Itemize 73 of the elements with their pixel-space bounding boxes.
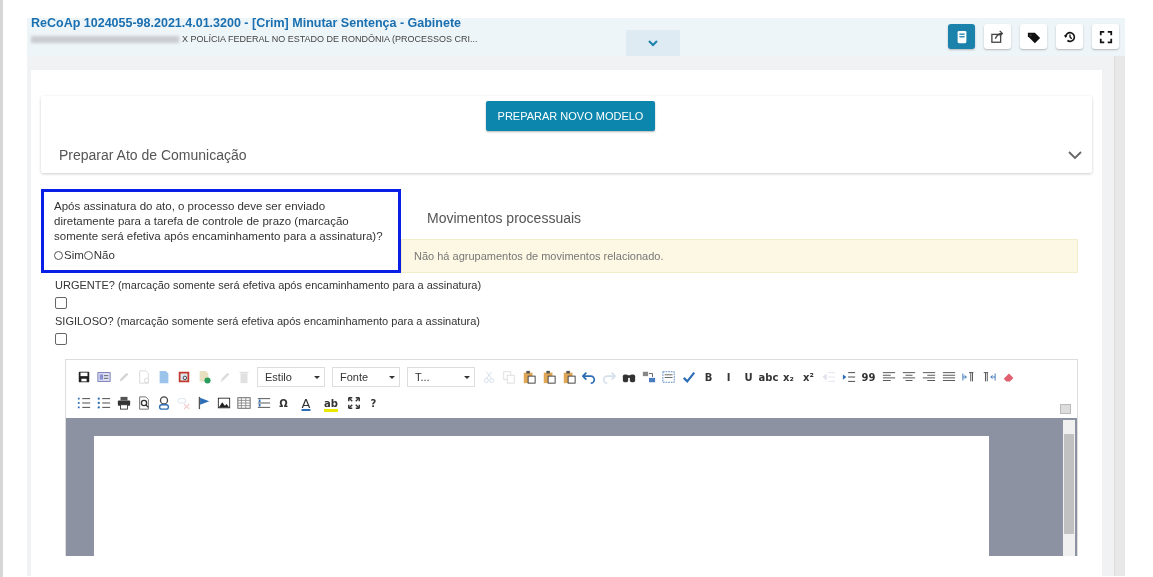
section-title: Movimentos processuais xyxy=(427,210,582,226)
unlink-icon xyxy=(176,396,191,410)
page-scrollbar[interactable] xyxy=(1114,56,1125,576)
caret-icon xyxy=(464,375,470,379)
dropdown-select[interactable]: T... xyxy=(407,367,475,387)
numbered-list-icon xyxy=(76,396,91,410)
redo-arrow-icon xyxy=(601,370,616,384)
clipboard-icon xyxy=(561,370,576,384)
fullscreen-icon xyxy=(1098,29,1113,44)
toolbar-button[interactable]: I xyxy=(719,367,738,387)
toolbar-button[interactable]: A xyxy=(294,393,318,413)
line-spacing-icon xyxy=(256,396,271,410)
history-icon xyxy=(1062,29,1077,44)
toolbar-button[interactable]: 99 xyxy=(859,367,878,387)
history-button[interactable] xyxy=(1056,24,1083,49)
select-all-icon xyxy=(661,370,676,384)
dropdown-select[interactable]: Fonte xyxy=(332,367,400,387)
question-text: Após assinatura do ato, o processo deve ser enviado diretamente para a tarefa de controle de prazo (marcação somente será efetiva após encaminhamento para a assinatura)? xyxy=(54,199,384,244)
toolbar-button[interactable]: ab xyxy=(319,393,343,413)
form-icon xyxy=(96,370,111,384)
clipboard-icon xyxy=(521,370,536,384)
notice-alert: Não há agrupamentos de movimentos relacionado. xyxy=(401,239,1078,273)
outdent-icon xyxy=(821,370,836,384)
copy-icon xyxy=(501,370,516,384)
table-icon xyxy=(236,396,251,410)
undo-arrow-icon xyxy=(581,370,596,384)
checkbox[interactable] xyxy=(55,333,67,345)
dropdown-select[interactable]: Estilo xyxy=(257,367,325,387)
checkbox[interactable] xyxy=(55,297,67,309)
toolbar-button[interactable]: x² xyxy=(799,367,818,387)
indent-icon xyxy=(841,370,856,384)
toolbar-button[interactable]: ? xyxy=(364,393,383,413)
flag-icon xyxy=(196,396,211,410)
toolbar-button[interactable]: abc xyxy=(759,367,778,387)
caret-icon xyxy=(389,375,395,379)
checkbox-label: SIGILOSO? (marcação somente será efetiva após encaminhamento para a assinatura) xyxy=(55,315,481,327)
share-button[interactable] xyxy=(984,24,1011,49)
align-left-icon xyxy=(881,370,896,384)
toolbar-button[interactable]: Ω xyxy=(274,393,293,413)
fullscreen-button[interactable] xyxy=(1092,24,1119,49)
checkmark-icon xyxy=(681,370,696,384)
caret-icon xyxy=(314,375,320,379)
chevron-icon[interactable] xyxy=(1068,150,1082,160)
expand-icon xyxy=(346,396,361,410)
align-center-icon xyxy=(901,370,916,384)
tag-button[interactable] xyxy=(1020,24,1047,49)
toolbar-button[interactable]: x₂ xyxy=(779,367,798,387)
radio-option[interactable]: Não xyxy=(83,248,115,263)
align-right-icon xyxy=(921,370,936,384)
magnifier-icon xyxy=(136,396,151,410)
scissors-icon xyxy=(481,370,496,384)
toolbar-button[interactable]: U xyxy=(739,367,758,387)
checkbox-label: URGENTE? (marcação somente será efetiva após encaminhamento para a assinatura) xyxy=(55,279,483,291)
replace-icon xyxy=(641,370,656,384)
text-direction-icon xyxy=(961,370,976,384)
new-model-button[interactable]: PREPARAR NOVO MODELO xyxy=(485,101,656,131)
bullet-list-icon xyxy=(96,396,111,410)
align-justify-icon xyxy=(941,370,956,384)
chevron-down-icon xyxy=(648,39,658,47)
radio-option[interactable]: Sim xyxy=(54,248,84,263)
case-parties: X POLÍCIA FEDERAL NO ESTADO DE RONDÔNIA (PROCESSOS CRI... xyxy=(182,34,478,44)
toolbar-button[interactable]: B xyxy=(699,367,718,387)
book-button[interactable] xyxy=(948,24,975,49)
floppy-icon xyxy=(76,370,91,384)
clipboard-icon xyxy=(541,370,556,384)
share-icon xyxy=(990,29,1005,44)
case-title: ReCoAp 1024055-98.2021.4.01.3200 - [Crim] Minutar Sentença - Gabinete xyxy=(31,16,463,30)
scrollbar[interactable] xyxy=(1063,420,1075,556)
panel-title: Preparar Ato de Comunicação xyxy=(59,147,247,163)
document-icon xyxy=(136,370,151,384)
text-direction-icon xyxy=(981,370,996,384)
image-icon xyxy=(216,396,231,410)
printer-icon xyxy=(116,396,131,410)
